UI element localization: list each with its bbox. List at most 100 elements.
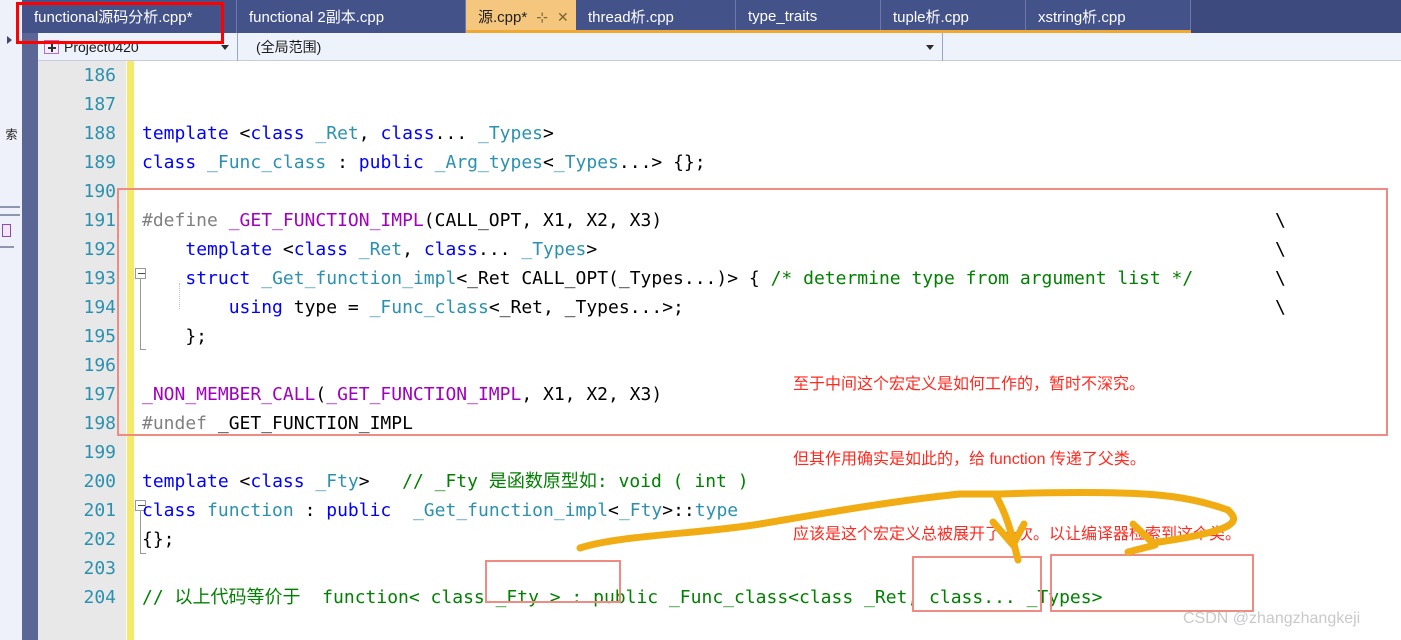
code-token: _Arg_types <box>434 152 544 173</box>
code-line: 187 <box>38 90 1401 119</box>
tab-functional-2-copy[interactable]: functional 2副本.cpp <box>237 0 466 33</box>
code-token: class <box>142 152 197 173</box>
code-line: 188 template <class _Ret, class... _Types… <box>38 119 1401 148</box>
tab-xstring-analysis[interactable]: xstring析.cpp <box>1026 0 1191 33</box>
line-number: 199 <box>83 442 116 463</box>
code-token: _Types <box>553 152 619 173</box>
tab-tuple-analysis[interactable]: tuple析.cpp <box>881 0 1026 33</box>
line-number: 189 <box>83 152 116 173</box>
code-token: > <box>586 239 598 260</box>
code-line: 190 <box>38 177 1401 206</box>
code-token: class <box>293 239 348 260</box>
code-token: function <box>207 500 294 521</box>
code-token: _Func_class <box>207 152 327 173</box>
code-text[interactable]: #undef _GET_FUNCTION_IMPL <box>142 409 413 438</box>
code-token: _Types <box>478 123 544 144</box>
chevron-down-icon[interactable] <box>926 44 934 50</box>
tab-label: functional 2副本.cpp <box>249 9 385 26</box>
code-line: 192 template <class _Ret, class... _Type… <box>38 235 1401 264</box>
code-token: public <box>326 500 392 521</box>
close-icon[interactable]: ✕ <box>557 10 569 24</box>
dock-splitter[interactable] <box>22 0 38 640</box>
annotation-note-line-2: 但其作用确实是如此的，给 function 传递了父类。 <box>793 451 1146 468</box>
line-continuation: \ <box>1275 268 1286 289</box>
tab-label: functional源码分析.cpp* <box>34 9 193 26</box>
dock-item-icon[interactable] <box>2 224 11 237</box>
line-number: 201 <box>83 500 116 521</box>
code-text[interactable]: template <class _Ret, class... _Types> <box>142 235 597 264</box>
tab-type-traits[interactable]: type_traits <box>736 0 881 33</box>
code-token: , <box>358 123 381 144</box>
code-token: ...> {}; <box>618 152 706 173</box>
code-text[interactable]: }; <box>142 322 207 351</box>
code-token: < <box>239 123 251 144</box>
code-token: ... <box>478 239 522 260</box>
tab-functional-analysis[interactable]: functional源码分析.cpp* <box>22 0 237 33</box>
code-token: using <box>228 297 283 318</box>
code-text[interactable]: using type = _Func_class<_Ret, _Types...… <box>142 293 684 322</box>
line-number: 187 <box>83 94 116 115</box>
code-token: // _Fty 是函数原型如: void ( int ) <box>402 471 749 492</box>
line-number: 203 <box>83 558 116 579</box>
code-token: #define <box>142 210 218 231</box>
project-icon <box>44 39 59 54</box>
tab-label: xstring析.cpp <box>1038 9 1126 26</box>
code-token: class <box>380 123 435 144</box>
annotation-note-line-3: 应该是这个宏定义总被展开了一次。以让编译器检索到这个类。 <box>793 526 1242 543</box>
code-token: < <box>282 239 294 260</box>
tab-thread-analysis[interactable]: thread析.cpp <box>576 0 736 33</box>
annotation-note: 至于中间这个宏定义是如何工作的，暂时不深究。 但其作用确实是如此的，给 func… <box>793 322 1241 597</box>
code-line: 186 <box>38 61 1401 90</box>
code-token: : <box>326 152 359 173</box>
line-number: 204 <box>83 587 116 608</box>
code-text[interactable]: {}; <box>142 525 175 554</box>
code-token: _Get_function_impl <box>412 500 609 521</box>
dock-vertical-label[interactable]: 索 <box>2 128 20 140</box>
code-token: struct <box>185 268 251 289</box>
line-number: 200 <box>83 471 116 492</box>
scope-dropdown[interactable]: (全局范围) <box>238 32 943 61</box>
line-number: 192 <box>83 239 116 260</box>
tab-label: thread析.cpp <box>588 9 674 26</box>
code-text[interactable]: struct _Get_function_impl<_Ret CALL_OPT(… <box>142 264 1204 293</box>
code-token: _GET_FUNCTION_IMPL <box>207 413 413 434</box>
annotation-note-line-1: 至于中间这个宏定义是如何工作的，暂时不深究。 <box>793 376 1146 393</box>
code-text[interactable]: template <class _Fty> // _Fty 是函数原型如: vo… <box>142 467 749 496</box>
code-text[interactable]: template <class _Ret, class... _Types> <box>142 119 554 148</box>
tab-yuan-cpp[interactable]: 源.cpp* ⊹ ✕ <box>466 0 576 33</box>
line-number: 195 <box>83 326 116 347</box>
left-dock-strip[interactable]: 索 <box>0 0 22 640</box>
code-token: class <box>142 500 197 521</box>
code-text[interactable]: class _Func_class : public _Arg_types<_T… <box>142 148 706 177</box>
tab-label: 源.cpp* <box>478 9 528 26</box>
project-dropdown[interactable]: Project0420 <box>38 32 238 61</box>
pin-icon[interactable]: ⊹ <box>536 10 548 24</box>
code-token: >:: <box>662 500 695 521</box>
tab-label: tuple析.cpp <box>893 9 969 26</box>
code-token: < <box>239 471 251 492</box>
code-token: template <box>142 123 240 144</box>
code-text[interactable]: #define _GET_FUNCTION_IMPL(CALL_OPT, X1,… <box>142 206 662 235</box>
code-token: class <box>250 123 305 144</box>
code-token: template <box>142 471 240 492</box>
code-text[interactable]: class function : public _Get_function_im… <box>142 496 738 525</box>
code-text[interactable]: _NON_MEMBER_CALL(_GET_FUNCTION_IMPL, X1,… <box>142 380 662 409</box>
code-token: < <box>543 152 554 173</box>
code-token: : <box>293 500 327 521</box>
code-token: _Fty <box>618 500 663 521</box>
code-token: _Types <box>521 239 587 260</box>
code-token: _GET_FUNCTION_IMPL <box>326 384 522 405</box>
code-token: /* determine type from argument list */ <box>770 268 1194 289</box>
dock-expand-arrow-icon[interactable] <box>7 36 12 44</box>
code-token: _Func_class <box>369 297 489 318</box>
watermark: CSDN @zhangzhangkeji <box>1183 610 1361 627</box>
line-number: 194 <box>83 297 116 318</box>
code-line: 191 #define _GET_FUNCTION_IMPL(CALL_OPT, … <box>38 206 1401 235</box>
chevron-down-icon[interactable] <box>221 44 229 50</box>
line-number: 188 <box>83 123 116 144</box>
code-token: }; <box>142 326 208 347</box>
